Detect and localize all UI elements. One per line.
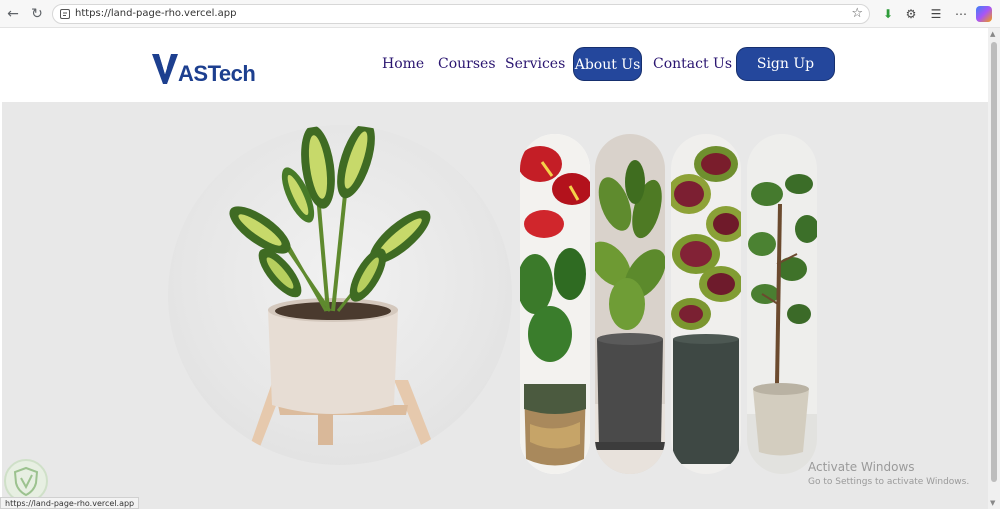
reload-icon[interactable]: ↻ — [28, 5, 46, 23]
favorites-icon[interactable]: ☰ — [928, 6, 944, 22]
anthurium-plant-image — [520, 134, 590, 474]
site-info-icon[interactable] — [59, 8, 71, 20]
hero-section — [2, 102, 988, 509]
fiddle-leaf-plant-image — [595, 134, 665, 474]
address-bar[interactable]: https://land-page-rho.vercel.app ☆ — [52, 4, 870, 24]
logo-text: ASTech — [178, 61, 256, 86]
watermark-title: Activate Windows — [808, 460, 915, 474]
status-bar-url: https://land-page-rho.vercel.app — [0, 497, 140, 509]
sign-up-button[interactable]: Sign Up — [736, 47, 835, 81]
favorite-star-icon[interactable]: ☆ — [851, 6, 863, 21]
browser-toolbar: ← ↻ https://land-page-rho.vercel.app ☆ ⬇… — [0, 0, 1000, 28]
site-header: ASTech Home Courses Services About Us Co… — [2, 28, 988, 102]
more-icon[interactable]: ⋯ — [953, 6, 969, 22]
scroll-down-icon[interactable]: ▼ — [990, 499, 995, 507]
download-icon[interactable]: ⬇ — [880, 6, 896, 22]
web-page: ASTech Home Courses Services About Us Co… — [2, 28, 988, 509]
potted-plant-image — [168, 125, 512, 465]
coleus-plant-image — [671, 134, 741, 474]
activate-windows-watermark: Activate Windows Go to Settings to activ… — [808, 460, 969, 487]
logo-mark-icon — [152, 54, 178, 84]
nav-contact-us[interactable]: Contact Us — [653, 47, 732, 81]
scrollbar-thumb[interactable] — [991, 42, 997, 482]
scroll-up-icon[interactable]: ▲ — [990, 30, 995, 38]
fig-tree-plant-image — [747, 134, 817, 474]
nav-about-us[interactable]: About Us — [573, 47, 642, 81]
watermark-subtitle: Go to Settings to activate Windows. — [808, 477, 970, 487]
extensions-icon[interactable]: ⚙ — [903, 6, 919, 22]
copilot-icon[interactable] — [976, 6, 992, 22]
back-icon[interactable]: ← — [4, 5, 22, 23]
url-text[interactable]: https://land-page-rho.vercel.app — [75, 8, 236, 19]
page-scrollbar[interactable]: ▲ ▼ — [988, 28, 1000, 509]
nav-home[interactable]: Home — [382, 47, 424, 81]
nav-services[interactable]: Services — [505, 47, 565, 81]
logo[interactable]: ASTech — [150, 46, 256, 86]
nav-courses[interactable]: Courses — [438, 47, 496, 81]
